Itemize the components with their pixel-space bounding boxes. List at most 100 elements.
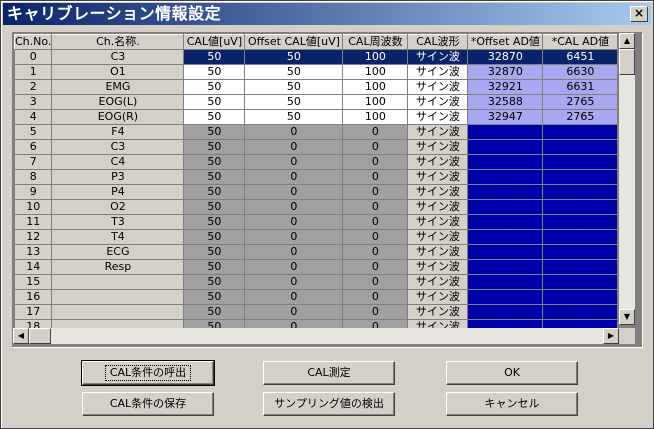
grid-cell[interactable]: サイン波 — [407, 169, 469, 185]
grid-cell[interactable]: 100 — [342, 79, 409, 95]
grid-cell[interactable]: 0 — [342, 184, 409, 200]
grid-cell[interactable]: 0 — [244, 274, 344, 290]
grid-cell[interactable]: 32870 — [467, 49, 544, 65]
grid-cell[interactable]: 0 — [542, 169, 619, 185]
measure-cal-button[interactable]: CAL測定 — [263, 361, 395, 385]
channel-number-cell[interactable]: 16 — [13, 289, 53, 305]
grid-cell[interactable]: 0 — [342, 124, 409, 140]
grid-cell[interactable]: 50 — [183, 154, 246, 170]
grid-cell[interactable]: 50 — [183, 64, 246, 80]
grid-cell[interactable]: 100 — [342, 64, 409, 80]
grid-cell[interactable]: 0 — [542, 184, 619, 200]
table-row[interactable]: 11 T3 50 0 0 サイン波 0 0 — [13, 214, 619, 230]
grid-cell[interactable]: 2765 — [542, 109, 619, 125]
vertical-scrollbar[interactable]: ▲ ▼ — [619, 33, 635, 325]
grid-cell[interactable]: 32947 — [467, 109, 544, 125]
channel-name-cell[interactable]: F4 — [51, 124, 185, 140]
grid-cell[interactable]: サイン波 — [407, 184, 469, 200]
grid-cell[interactable]: 0 — [244, 124, 344, 140]
grid-cell[interactable]: サイン波 — [407, 259, 469, 275]
grid-cell[interactable]: 0 — [342, 229, 409, 245]
grid-cell[interactable]: サイン波 — [407, 214, 469, 230]
table-row[interactable]: 4 EOG(R) 50 50 100 サイン波 32947 2765 — [13, 109, 619, 125]
grid-cell[interactable]: 32870 — [467, 64, 544, 80]
channel-number-cell[interactable]: 2 — [13, 79, 53, 95]
grid-cell[interactable]: 0 — [542, 304, 619, 320]
grid-cell[interactable]: 0 — [244, 304, 344, 320]
grid-cell[interactable]: サイン波 — [407, 199, 469, 215]
table-row[interactable]: 17 50 0 0 サイン波 0 0 — [13, 304, 619, 320]
channel-number-cell[interactable]: 14 — [13, 259, 53, 275]
channel-name-cell[interactable] — [51, 304, 185, 320]
grid-cell[interactable]: 50 — [183, 139, 246, 155]
grid-cell[interactable]: 0 — [467, 199, 544, 215]
grid-cell[interactable]: 50 — [244, 109, 344, 125]
grid-cell[interactable]: 0 — [467, 229, 544, 245]
grid-cell[interactable]: 6630 — [542, 64, 619, 80]
grid-cell[interactable]: 0 — [244, 259, 344, 275]
column-header[interactable]: Ch.No. — [13, 34, 53, 50]
channel-number-cell[interactable]: 13 — [13, 244, 53, 260]
grid-cell[interactable]: 50 — [183, 214, 246, 230]
grid-cell[interactable]: 100 — [342, 94, 409, 110]
grid-cell[interactable]: 50 — [244, 64, 344, 80]
channel-name-cell[interactable]: T4 — [51, 229, 185, 245]
grid-cell[interactable]: サイン波 — [407, 124, 469, 140]
grid-cell[interactable]: 0 — [467, 124, 544, 140]
grid-cell[interactable]: サイン波 — [407, 94, 469, 110]
close-button[interactable]: × — [630, 6, 648, 22]
horizontal-scrollbar[interactable]: ◀ ▶ — [13, 328, 619, 344]
table-row[interactable]: 6 C3 50 0 0 サイン波 0 0 — [13, 139, 619, 155]
channel-number-cell[interactable]: 0 — [13, 49, 53, 65]
grid-cell[interactable]: 50 — [183, 79, 246, 95]
table-row[interactable]: 15 50 0 0 サイン波 0 0 — [13, 274, 619, 290]
grid-cell[interactable]: 0 — [542, 244, 619, 260]
grid-cell[interactable]: 0 — [244, 214, 344, 230]
channel-name-cell[interactable]: EOG(R) — [51, 109, 185, 125]
channel-number-cell[interactable]: 3 — [13, 94, 53, 110]
grid-cell[interactable]: 0 — [244, 154, 344, 170]
scroll-down-button[interactable]: ▼ — [619, 309, 635, 325]
grid-cell[interactable]: 0 — [467, 244, 544, 260]
table-row[interactable]: 0 C3 50 50 100 サイン波 32870 6451 — [13, 49, 619, 65]
channel-number-cell[interactable]: 11 — [13, 214, 53, 230]
title-bar[interactable]: キャリブレーション情報設定 × — [3, 3, 651, 25]
channel-number-cell[interactable]: 10 — [13, 199, 53, 215]
grid-cell[interactable]: 50 — [183, 124, 246, 140]
channel-number-cell[interactable]: 9 — [13, 184, 53, 200]
grid-cell[interactable]: 50 — [183, 289, 246, 305]
channel-name-cell[interactable]: C4 — [51, 154, 185, 170]
grid-cell[interactable]: 0 — [542, 289, 619, 305]
channel-name-cell[interactable] — [51, 289, 185, 305]
grid-cell[interactable]: 0 — [542, 274, 619, 290]
scroll-right-button[interactable]: ▶ — [603, 328, 619, 344]
grid-cell[interactable]: サイン波 — [407, 49, 469, 65]
grid-cell[interactable]: 50 — [183, 259, 246, 275]
table-row[interactable]: 3 EOG(L) 50 50 100 サイン波 32588 2765 — [13, 94, 619, 110]
channel-name-cell[interactable] — [51, 274, 185, 290]
column-header[interactable]: Offset CAL値[uV] — [244, 34, 344, 50]
channel-name-cell[interactable]: Resp — [51, 259, 185, 275]
grid-cell[interactable]: 0 — [467, 154, 544, 170]
grid-cell[interactable]: 0 — [342, 274, 409, 290]
grid-cell[interactable]: 0 — [467, 214, 544, 230]
column-header[interactable]: CAL波形 — [407, 34, 469, 50]
grid-cell[interactable]: 50 — [183, 184, 246, 200]
grid-cell[interactable]: サイン波 — [407, 64, 469, 80]
grid-cell[interactable]: 0 — [467, 274, 544, 290]
grid-cell[interactable]: サイン波 — [407, 274, 469, 290]
channel-name-cell[interactable]: P3 — [51, 169, 185, 185]
grid-cell[interactable]: 50 — [244, 94, 344, 110]
channel-number-cell[interactable]: 12 — [13, 229, 53, 245]
table-row[interactable]: 5 F4 50 0 0 サイン波 0 0 — [13, 124, 619, 140]
grid-cell[interactable]: 0 — [467, 304, 544, 320]
grid-cell[interactable]: 0 — [542, 214, 619, 230]
grid-cell[interactable]: 50 — [183, 229, 246, 245]
column-header[interactable]: CAL周波数 — [342, 34, 409, 50]
column-header[interactable]: *CAL AD値 — [542, 34, 619, 50]
channel-number-cell[interactable]: 6 — [13, 139, 53, 155]
channel-name-cell[interactable]: O1 — [51, 64, 185, 80]
grid-cell[interactable]: サイン波 — [407, 139, 469, 155]
cancel-button[interactable]: キャンセル — [446, 392, 578, 416]
grid-cell[interactable]: 0 — [542, 154, 619, 170]
